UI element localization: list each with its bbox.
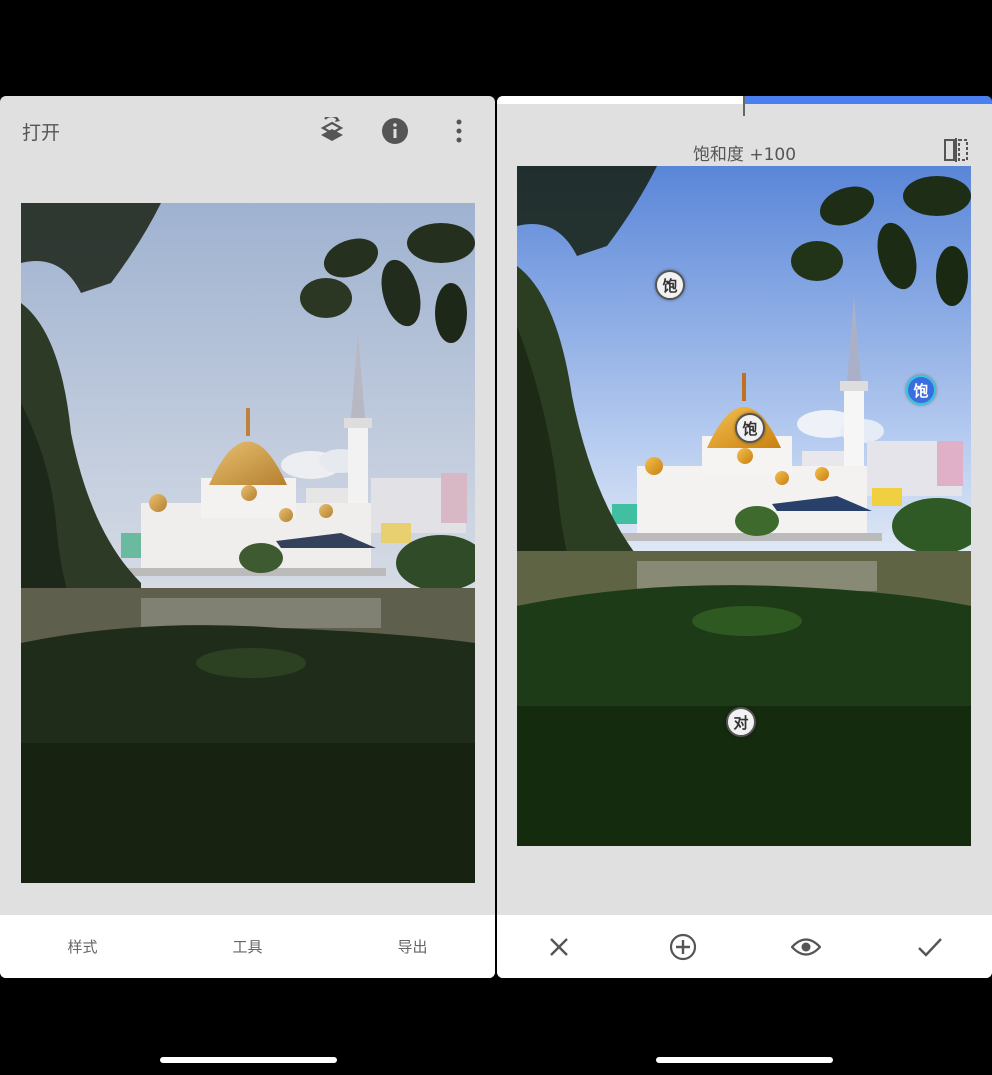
photo-preview-original	[21, 203, 475, 883]
left-editor-panel: 打开 样式 工具 导出	[0, 96, 495, 978]
close-icon[interactable]	[497, 936, 621, 958]
slider-fill	[745, 96, 992, 104]
layers-stack-icon[interactable]	[317, 116, 347, 146]
nav-tools[interactable]: 工具	[165, 936, 330, 957]
photo-preview-edited[interactable]	[517, 166, 971, 846]
edit-action-bar	[497, 915, 992, 978]
adjustment-value-label: 饱和度 +100	[692, 145, 797, 165]
control-point-saturation-active[interactable]: 饱	[906, 375, 936, 405]
nav-export[interactable]: 导出	[330, 936, 495, 957]
open-button[interactable]: 打开	[22, 118, 60, 145]
nav-styles[interactable]: 样式	[0, 936, 165, 957]
eye-icon[interactable]	[745, 937, 869, 957]
add-circle-icon[interactable]	[621, 933, 745, 961]
check-icon[interactable]	[868, 936, 992, 958]
slider-track-left	[497, 96, 745, 104]
more-vert-icon[interactable]	[444, 116, 474, 146]
control-point-saturation-2[interactable]: 饱	[735, 413, 765, 443]
control-point-contrast[interactable]: 对	[726, 707, 756, 737]
bottom-navigation: 样式 工具 导出	[0, 915, 495, 978]
home-indicator-right	[656, 1057, 833, 1063]
adjustment-slider[interactable]	[497, 96, 992, 116]
info-icon[interactable]	[380, 116, 410, 146]
right-editor-panel: 饱和度 +100 饱 饱 饱 对	[497, 96, 992, 978]
control-point-saturation-1[interactable]: 饱	[655, 270, 685, 300]
compare-icon[interactable]	[942, 136, 970, 164]
slider-center-marker	[743, 96, 745, 116]
home-indicator-left	[160, 1057, 337, 1063]
